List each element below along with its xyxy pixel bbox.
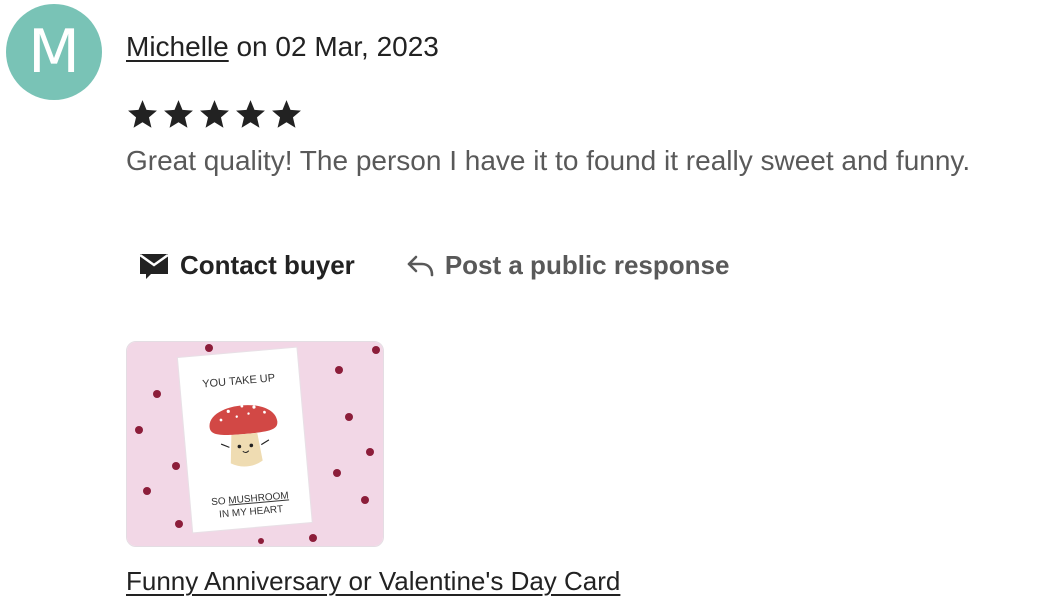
review-date: on 02 Mar, 2023	[228, 31, 439, 62]
reply-arrow-icon	[407, 255, 434, 276]
post-public-response-button[interactable]: Post a public response	[405, 250, 730, 281]
star-icon	[200, 100, 229, 128]
avatar: M	[6, 4, 102, 100]
star-icon	[164, 100, 193, 128]
star-icon	[272, 100, 301, 128]
star-icon	[236, 100, 265, 128]
star-rating	[126, 98, 303, 131]
review-header: Michelle on 02 Mar, 2023	[126, 31, 439, 63]
card-text-prefix: SO	[211, 496, 227, 508]
contact-buyer-button[interactable]: Contact buyer	[138, 250, 355, 281]
review-card: M Michelle on 02 Mar, 2023 Great quality…	[0, 0, 1040, 608]
star-icon	[128, 100, 157, 128]
post-public-response-label: Post a public response	[444, 250, 730, 280]
product-thumbnail[interactable]: YOU TAKE UP SO MUSHROOM IN MY HEART	[126, 341, 384, 547]
product-image: YOU TAKE UP SO MUSHROOM IN MY HEART	[127, 342, 383, 546]
review-text: Great quality! The person I have it to f…	[126, 145, 971, 176]
contact-buyer-label: Contact buyer	[180, 250, 355, 280]
product-title-link[interactable]: Funny Anniversary or Valentine's Day Car…	[126, 566, 620, 597]
reviewer-name-link[interactable]: Michelle	[126, 31, 229, 62]
envelope-icon	[139, 253, 169, 279]
review-actions: Contact buyer Post a public response	[138, 250, 729, 281]
